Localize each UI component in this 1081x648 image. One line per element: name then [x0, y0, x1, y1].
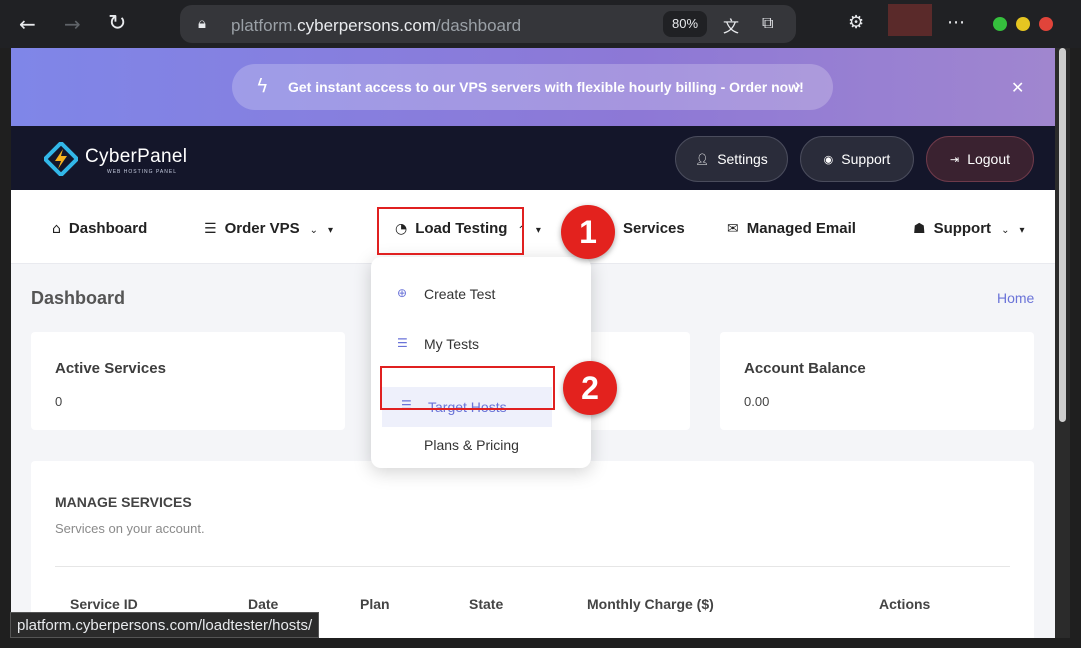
logo-subtext: WEB HOSTING PANEL: [107, 169, 177, 175]
forward-arrow-icon[interactable]: →: [64, 12, 81, 36]
column-header: Date: [248, 596, 279, 612]
nav-order-vps[interactable]: ☰ Order VPS ⌄ ▾: [204, 220, 333, 237]
minimize-icon[interactable]: [993, 17, 1007, 31]
plus-circle-icon: ⊕: [397, 286, 408, 300]
card-value: 0.00: [744, 394, 770, 409]
nav-support[interactable]: ☗ Support ⌄ ▾: [913, 220, 1024, 237]
list-icon: ☰: [397, 336, 408, 350]
reload-icon[interactable]: ↻: [108, 12, 126, 36]
close-banner-icon[interactable]: ✕: [1011, 78, 1024, 97]
envelope-icon: ✉: [727, 221, 739, 237]
nav-services[interactable]: Services: [623, 220, 685, 237]
maximize-icon[interactable]: [1016, 17, 1030, 31]
more-menu-icon[interactable]: ⋯: [947, 12, 965, 33]
caret-down-icon: ▾: [327, 225, 334, 236]
cyberpanel-logo-icon[interactable]: [44, 142, 78, 176]
section-subtitle: Services on your account.: [55, 521, 205, 536]
main-nav: ⌂ Dashboard ☰ Order VPS ⌄ ▾ ◔ Load Testing ⌃ ▾ …: [11, 190, 1055, 264]
table-divider: [55, 566, 1010, 567]
profile-avatar[interactable]: [888, 4, 932, 36]
highlight-box-load-testing: [377, 207, 524, 255]
support-agent-icon: ☗: [913, 221, 926, 237]
highlight-box-target-hosts: [380, 366, 555, 410]
card-label: Account Balance: [744, 360, 866, 377]
chevron-down-icon: ⌄: [309, 225, 318, 236]
menu-item-create-test[interactable]: ⊕ Create Test: [371, 286, 591, 316]
support-button[interactable]: ◉ Support: [800, 136, 914, 182]
favorites-icon[interactable]: ⧉: [762, 13, 773, 33]
app-header: CyberPanel WEB HOSTING PANEL 👤︎ Settings …: [11, 126, 1055, 190]
menu-item-plans-pricing[interactable]: Plans & Pricing: [371, 437, 591, 467]
nav-managed-email[interactable]: ✉ Managed Email: [727, 220, 856, 237]
breadcrumb-home[interactable]: Home: [997, 290, 1034, 306]
promo-banner: ϟ Get instant access to our VPS servers …: [11, 48, 1055, 126]
settings-button[interactable]: 👤︎ Settings: [675, 136, 788, 182]
caret-down-icon: ▾: [1019, 225, 1025, 236]
logo-text[interactable]: CyberPanel: [85, 146, 187, 168]
scrollbar-thumb[interactable]: [1059, 48, 1066, 422]
logout-button[interactable]: ⇥ Logout: [926, 136, 1034, 182]
load-testing-dropdown: ⊕ Create Test ☰ My Tests ☰ Target Hosts Pla…: [371, 257, 591, 468]
user-gear-icon: 👤︎: [695, 152, 710, 166]
chevron-right-icon[interactable]: ›: [794, 75, 801, 96]
web-page: ϟ Get instant access to our VPS servers …: [11, 48, 1055, 638]
address-bar[interactable]: 🔒︎ platform.cyberpersons.com/dashboard 8…: [180, 5, 796, 43]
menu-item-my-tests[interactable]: ☰ My Tests: [371, 336, 591, 366]
account-balance-card: Account Balance 0.00: [720, 332, 1034, 430]
section-title: MANAGE SERVICES: [55, 494, 192, 510]
lock-icon[interactable]: 🔒︎: [198, 14, 206, 32]
active-services-card: Active Services 0: [31, 332, 345, 430]
translate-icon[interactable]: 文: [723, 13, 739, 37]
card-label: Active Services: [55, 360, 166, 377]
column-header: Actions: [879, 596, 931, 612]
status-bar-url: platform.cyberpersons.com/loadtester/hos…: [10, 612, 320, 638]
close-window-icon[interactable]: [1039, 17, 1053, 31]
browser-toolbar: ← → ↻ 🔒︎ platform.cyberpersons.com/dashb…: [0, 0, 1081, 48]
chevron-down-icon: ⌄: [1001, 225, 1010, 236]
scrollbar[interactable]: [1055, 48, 1070, 638]
home-icon: ⌂: [52, 221, 61, 237]
extensions-icon[interactable]: ⚙: [848, 12, 864, 33]
caret-down-icon: ▾: [535, 225, 541, 236]
step-badge-1: 1: [561, 205, 615, 259]
step-badge-2: 2: [563, 361, 617, 415]
column-header: State: [469, 596, 504, 612]
promo-text[interactable]: Get instant access to our VPS servers wi…: [288, 79, 804, 95]
page-title: Dashboard: [31, 288, 126, 308]
column-header: Service ID: [70, 596, 138, 612]
lightning-icon: ϟ: [256, 75, 269, 97]
column-header: Monthly Charge ($): [587, 596, 714, 612]
nav-dashboard[interactable]: ⌂ Dashboard: [52, 220, 147, 237]
logout-icon: ⇥: [949, 152, 960, 166]
column-header: Plan: [360, 596, 390, 612]
back-arrow-icon[interactable]: ←: [19, 12, 36, 36]
server-icon: ☰: [204, 221, 217, 237]
promo-pill[interactable]: ϟ Get instant access to our VPS servers …: [232, 64, 833, 110]
card-value: 0: [55, 394, 63, 409]
globe-icon: ◉: [823, 152, 834, 166]
zoom-indicator[interactable]: 80%: [663, 11, 707, 37]
url-text[interactable]: platform.cyberpersons.com/dashboard: [231, 16, 521, 36]
